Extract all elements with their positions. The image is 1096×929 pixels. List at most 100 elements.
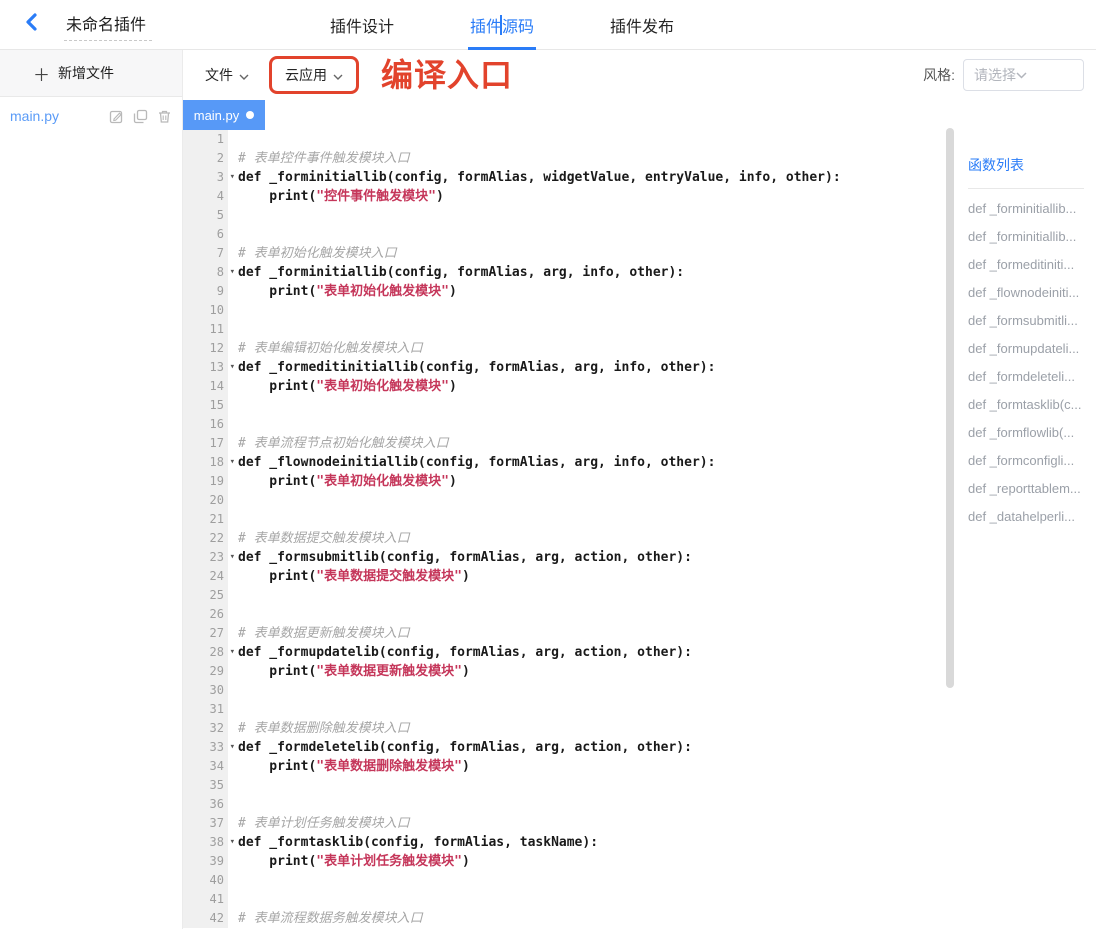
- code-text: print("表单初始化触发模块"): [228, 282, 457, 301]
- code-line[interactable]: 5: [183, 206, 944, 225]
- function-list-item[interactable]: def _formdeleteli...: [968, 363, 1088, 391]
- line-number: 19: [183, 472, 228, 491]
- trash-icon[interactable]: [157, 109, 172, 124]
- code-line[interactable]: 36: [183, 795, 944, 814]
- function-list-item[interactable]: def _formtasklib(c...: [968, 391, 1088, 419]
- back-button[interactable]: [18, 11, 46, 39]
- code-line[interactable]: 30: [183, 681, 944, 700]
- file-actions: [109, 109, 172, 124]
- code-line[interactable]: 7# 表单初始化触发模块入口: [183, 244, 944, 263]
- fold-arrow-icon[interactable]: ▾: [230, 168, 235, 187]
- function-list-item[interactable]: def _forminitiallib...: [968, 223, 1088, 251]
- fold-arrow-icon[interactable]: ▾: [230, 643, 235, 662]
- code-line[interactable]: 6: [183, 225, 944, 244]
- code-line[interactable]: 32# 表单数据删除触发模块入口: [183, 719, 944, 738]
- tab-label: 插件源码: [470, 13, 534, 37]
- line-number: 9: [183, 282, 228, 301]
- chevron-left-icon: [23, 13, 41, 36]
- code-line[interactable]: 29 print("表单数据更新触发模块"): [183, 662, 944, 681]
- function-list-item[interactable]: def _formsubmitli...: [968, 307, 1088, 335]
- fold-arrow-icon[interactable]: ▾: [230, 263, 235, 282]
- code-line[interactable]: 26: [183, 605, 944, 624]
- code-line[interactable]: 21: [183, 510, 944, 529]
- line-number: 42: [183, 909, 228, 928]
- editor-tabbar: main.py: [183, 100, 944, 130]
- style-select[interactable]: 请选择: [963, 59, 1084, 91]
- line-number: 10: [183, 301, 228, 320]
- code-line[interactable]: 31: [183, 700, 944, 719]
- scrollbar-thumb[interactable]: [946, 128, 954, 688]
- code-line[interactable]: 28▾def _formupdatelib(config, formAlias,…: [183, 643, 944, 662]
- code-line[interactable]: 35: [183, 776, 944, 795]
- code-line[interactable]: 18▾def _flownodeinitiallib(config, formA…: [183, 453, 944, 472]
- function-list-item[interactable]: def _formupdateli...: [968, 335, 1088, 363]
- code-line[interactable]: 20: [183, 491, 944, 510]
- code-line[interactable]: 2# 表单控件事件触发模块入口: [183, 149, 944, 168]
- code-line[interactable]: 19 print("表单初始化触发模块"): [183, 472, 944, 491]
- function-list-item[interactable]: def _formconfigli...: [968, 447, 1088, 475]
- chevron-down-icon: [239, 67, 249, 83]
- page-title[interactable]: 未命名插件: [64, 9, 152, 41]
- file-menu-dropdown[interactable]: 文件: [205, 65, 249, 85]
- line-number: 4: [183, 187, 228, 206]
- tab-label: 插件设计: [330, 13, 394, 37]
- edit-icon[interactable]: [109, 109, 124, 124]
- file-list-item[interactable]: main.py: [0, 97, 182, 135]
- code-line[interactable]: 8▾def _forminitiallib(config, formAlias,…: [183, 263, 944, 282]
- code-line[interactable]: 4 print("控件事件触发模块"): [183, 187, 944, 206]
- code-line[interactable]: 39 print("表单计划任务触发模块"): [183, 852, 944, 871]
- add-file-button[interactable]: ＋ 新增文件: [0, 50, 182, 97]
- editor-tab-mainpy[interactable]: main.py: [183, 100, 265, 130]
- tab-plugin-design[interactable]: 插件设计: [330, 0, 394, 50]
- fold-arrow-icon[interactable]: ▾: [230, 453, 235, 472]
- code-line[interactable]: 24 print("表单数据提交触发模块"): [183, 567, 944, 586]
- code-line[interactable]: 22# 表单数据提交触发模块入口: [183, 529, 944, 548]
- copy-icon[interactable]: [133, 109, 148, 124]
- function-list-item[interactable]: def _formeditiniti...: [968, 251, 1088, 279]
- code-area[interactable]: 12# 表单控件事件触发模块入口3▾def _forminitiallib(co…: [183, 130, 944, 929]
- file-name[interactable]: main.py: [10, 108, 59, 124]
- code-line[interactable]: 9 print("表单初始化触发模块"): [183, 282, 944, 301]
- fold-arrow-icon[interactable]: ▾: [230, 738, 235, 757]
- fold-arrow-icon[interactable]: ▾: [230, 833, 235, 852]
- code-line[interactable]: 13▾def _formeditinitiallib(config, formA…: [183, 358, 944, 377]
- code-line[interactable]: 15: [183, 396, 944, 415]
- code-line[interactable]: 23▾def _formsubmitlib(config, formAlias,…: [183, 548, 944, 567]
- code-line[interactable]: 37# 表单计划任务触发模块入口: [183, 814, 944, 833]
- line-number: 6: [183, 225, 228, 244]
- code-line[interactable]: 38▾def _formtasklib(config, formAlias, t…: [183, 833, 944, 852]
- function-list-item[interactable]: def _flownodeiniti...: [968, 279, 1088, 307]
- code-line[interactable]: 25: [183, 586, 944, 605]
- code-line[interactable]: 11: [183, 320, 944, 339]
- code-line[interactable]: 34 print("表单数据删除触发模块"): [183, 757, 944, 776]
- code-line[interactable]: 41: [183, 890, 944, 909]
- fold-arrow-icon[interactable]: ▾: [230, 548, 235, 567]
- top-bar: 未命名插件 插件设计 插件源码 插件发布: [0, 0, 1096, 50]
- plus-icon: ＋: [33, 61, 50, 86]
- cloud-app-dropdown[interactable]: 云应用: [285, 65, 343, 85]
- code-line[interactable]: 40: [183, 871, 944, 890]
- code-line[interactable]: 42# 表单流程数据务触发模块入口: [183, 909, 944, 928]
- code-text: def _forminitiallib(config, formAlias, a…: [228, 263, 684, 282]
- code-line[interactable]: 10: [183, 301, 944, 320]
- code-line[interactable]: 12# 表单编辑初始化触发模块入口: [183, 339, 944, 358]
- editor-scrollbar: [944, 100, 956, 929]
- line-number: 39: [183, 852, 228, 871]
- code-line[interactable]: 3▾def _forminitiallib(config, formAlias,…: [183, 168, 944, 187]
- line-number: 12: [183, 339, 228, 358]
- editor-toolbar: 文件 云应用 编译入口 风格: 请选择: [183, 50, 1096, 100]
- code-line[interactable]: 14 print("表单初始化触发模块"): [183, 377, 944, 396]
- function-list-item[interactable]: def _datahelperli...: [968, 503, 1088, 531]
- function-list-item[interactable]: def _formflowlib(...: [968, 419, 1088, 447]
- code-line[interactable]: 17# 表单流程节点初始化触发模块入口: [183, 434, 944, 453]
- code-line[interactable]: 16: [183, 415, 944, 434]
- tab-plugin-source[interactable]: 插件源码: [470, 0, 534, 50]
- fold-arrow-icon[interactable]: ▾: [230, 358, 235, 377]
- code-line[interactable]: 27# 表单数据更新触发模块入口: [183, 624, 944, 643]
- function-list-item[interactable]: def _reporttablem...: [968, 475, 1088, 503]
- code-line[interactable]: 33▾def _formdeletelib(config, formAlias,…: [183, 738, 944, 757]
- function-list-item[interactable]: def _forminitiallib...: [968, 195, 1088, 223]
- code-text: [228, 605, 238, 624]
- tab-plugin-publish[interactable]: 插件发布: [610, 0, 674, 50]
- code-line[interactable]: 1: [183, 130, 944, 149]
